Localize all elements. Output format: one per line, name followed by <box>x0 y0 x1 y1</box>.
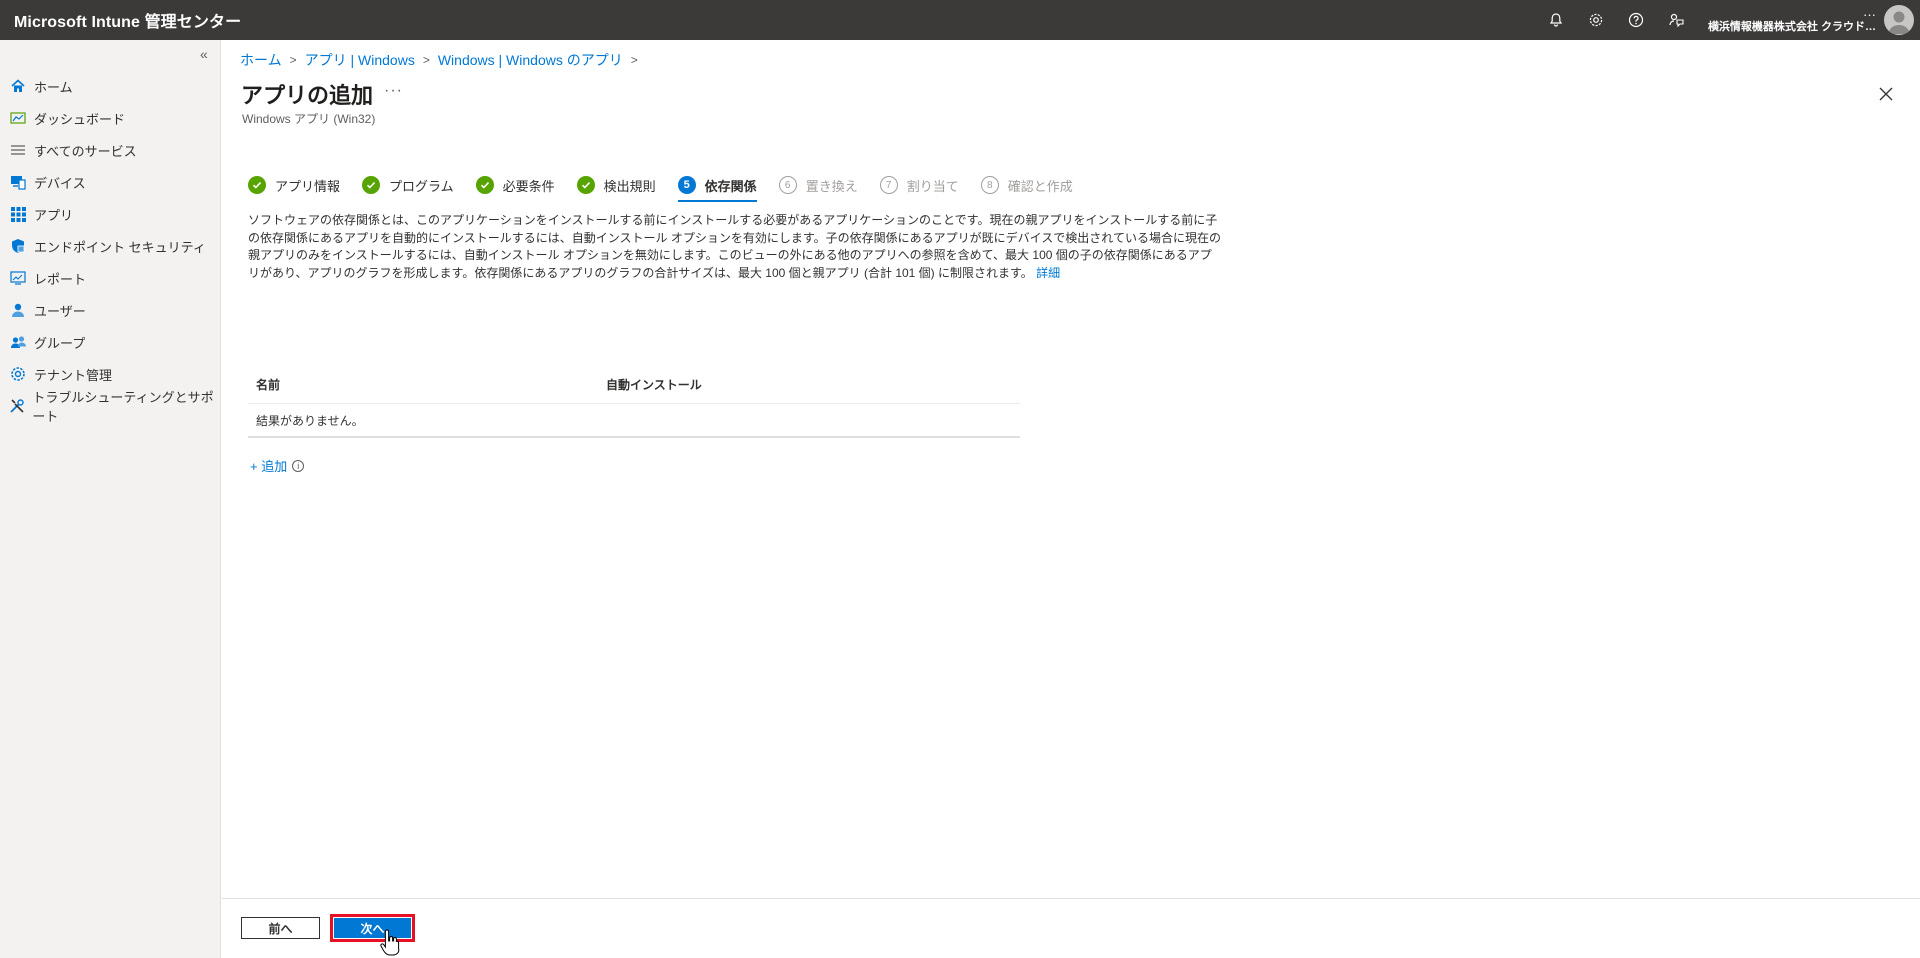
sidebar-item-dashboard[interactable]: ダッシュボード <box>0 102 221 134</box>
step-detection-rules[interactable]: 検出規則 <box>576 171 656 199</box>
hand-cursor-icon <box>380 928 402 956</box>
add-dependency-button[interactable]: + 追加 i <box>250 456 305 475</box>
column-header-name[interactable]: 名前 <box>248 376 606 393</box>
sidebar-nav: ホーム ダッシュボード すべてのサービス デバイス アプリ エンドポイント セキ… <box>0 70 221 424</box>
info-icon[interactable]: i <box>292 459 305 472</box>
sidebar-item-users[interactable]: ユーザー <box>0 294 221 326</box>
home-icon <box>9 77 27 95</box>
step-label: アプリ情報 <box>275 178 341 194</box>
sidebar-item-home[interactable]: ホーム <box>0 70 221 102</box>
group-icon <box>9 333 27 351</box>
close-icon[interactable] <box>1874 82 1898 106</box>
sidebar-item-label: アプリ <box>34 207 74 223</box>
step-program[interactable]: プログラム <box>362 171 454 199</box>
collapse-sidebar-button[interactable]: « <box>200 46 208 62</box>
sidebar-item-label: エンドポイント セキュリティ <box>34 239 206 255</box>
step-number: 6 <box>778 176 797 194</box>
add-label: + 追加 <box>250 459 288 474</box>
sidebar-item-label: トラブルシューティングとサポート <box>32 390 214 424</box>
next-button-highlight: 次へ <box>330 914 415 942</box>
apps-grid-icon <box>9 205 27 223</box>
step-label: 依存関係 <box>704 178 757 194</box>
wizard-footer: 前へ 次へ <box>222 898 1920 958</box>
column-header-auto-install[interactable]: 自動インストール <box>606 376 702 393</box>
sidebar-item-reports[interactable]: レポート <box>0 262 221 294</box>
dashboard-icon <box>9 109 27 127</box>
account-more: ··· <box>1863 6 1876 22</box>
sidebar-item-endpoint-security[interactable]: エンドポイント セキュリティ <box>0 230 221 262</box>
step-label: 置き換え <box>805 178 858 194</box>
step-dependencies[interactable]: 5 依存関係 <box>677 171 757 202</box>
step-label: プログラム <box>389 178 454 194</box>
step-review-create[interactable]: 8 確認と作成 <box>980 171 1073 199</box>
feedback-icon[interactable] <box>1656 0 1696 40</box>
step-number: 5 <box>677 176 696 194</box>
step-assignments[interactable]: 7 割り当て <box>879 171 959 199</box>
step-label: 必要条件 <box>502 178 555 194</box>
breadcrumb-separator-icon: > <box>422 53 430 67</box>
page-subtitle: Windows アプリ (Win32) <box>242 112 376 126</box>
report-icon <box>9 269 27 287</box>
account-info[interactable]: ··· 横浜情報機器株式会社 クラウド… <box>1696 8 1884 33</box>
previous-button[interactable]: 前へ <box>241 917 320 939</box>
sidebar-item-label: グループ <box>34 335 86 351</box>
sidebar-item-groups[interactable]: グループ <box>0 326 221 358</box>
table-header: 名前 自動インストール <box>248 366 1020 404</box>
top-bar: Microsoft Intune 管理センター ··· 横浜情報機器株式会社 ク… <box>0 0 1920 40</box>
dependencies-description: ソフトウェアの依存関係とは、このアプリケーションをインストールする前にインストー… <box>248 212 1223 282</box>
step-supersedence[interactable]: 6 置き換え <box>778 171 858 199</box>
check-icon <box>362 176 381 194</box>
sidebar-item-all-services[interactable]: すべてのサービス <box>0 134 221 166</box>
sidebar-item-troubleshooting[interactable]: トラブルシューティングとサポート <box>0 390 221 424</box>
check-icon <box>248 176 266 194</box>
wizard-steps: アプリ情報 プログラム 必要条件 検出規則 5 依存関係 6 置き換え 7 割り… <box>248 171 1095 202</box>
check-icon <box>576 176 595 194</box>
learn-more-link[interactable]: 詳細 <box>1036 266 1060 280</box>
page-title: アプリの追加 <box>241 83 374 108</box>
bell-icon[interactable] <box>1536 0 1576 40</box>
sidebar-item-tenant-admin[interactable]: テナント管理 <box>0 358 221 390</box>
step-requirements[interactable]: 必要条件 <box>475 171 555 199</box>
sidebar-item-label: ユーザー <box>34 303 86 319</box>
tools-icon <box>9 397 25 415</box>
sidebar-item-apps[interactable]: アプリ <box>0 198 221 230</box>
step-number: 8 <box>980 176 999 194</box>
user-icon <box>9 301 27 319</box>
description-text: ソフトウェアの依存関係とは、このアプリケーションをインストールする前にインストー… <box>248 213 1221 280</box>
list-icon <box>9 141 27 159</box>
sidebar-item-label: ホーム <box>34 79 73 95</box>
app-title[interactable]: Microsoft Intune 管理センター <box>0 8 241 32</box>
step-number: 7 <box>879 176 898 194</box>
sidebar-item-label: ダッシュボード <box>34 111 126 127</box>
sidebar-item-label: レポート <box>34 271 87 287</box>
sidebar: « ホーム ダッシュボード すべてのサービス デバイス アプリ エンドポイント … <box>0 40 221 958</box>
sidebar-item-label: すべてのサービス <box>34 143 137 159</box>
sidebar-item-devices[interactable]: デバイス <box>0 166 221 198</box>
step-label: 割り当て <box>906 178 959 194</box>
breadcrumb-separator-icon: > <box>289 53 297 67</box>
breadcrumb: ホーム > アプリ | Windows > Windows | Windows … <box>240 50 646 70</box>
breadcrumb-windows-apps[interactable]: Windows | Windows のアプリ <box>438 50 623 70</box>
avatar[interactable] <box>1884 5 1914 35</box>
shield-icon <box>9 237 27 255</box>
device-icon <box>9 173 27 191</box>
more-options-button[interactable]: ··· <box>384 82 403 100</box>
step-app-info[interactable]: アプリ情報 <box>248 171 340 199</box>
step-label: 検出規則 <box>603 178 656 194</box>
dependencies-table: 名前 自動インストール 結果がありません。 <box>248 366 1020 438</box>
account-org: 横浜情報機器株式会社 クラウド… <box>1707 20 1876 33</box>
main-content: ホーム > アプリ | Windows > Windows | Windows … <box>222 40 1920 958</box>
breadcrumb-separator-icon: > <box>630 53 638 67</box>
help-icon[interactable] <box>1616 0 1656 40</box>
top-bar-icons: ··· 横浜情報機器株式会社 クラウド… <box>1536 0 1920 40</box>
tenant-icon <box>9 365 27 383</box>
table-empty-row: 結果がありません。 <box>248 404 1020 438</box>
sidebar-item-label: テナント管理 <box>34 367 113 383</box>
gear-icon[interactable] <box>1576 0 1616 40</box>
sidebar-item-label: デバイス <box>34 175 86 191</box>
breadcrumb-home[interactable]: ホーム <box>240 50 282 70</box>
check-icon <box>475 176 494 194</box>
step-label: 確認と作成 <box>1007 178 1073 194</box>
breadcrumb-apps-windows[interactable]: アプリ | Windows <box>305 50 415 70</box>
